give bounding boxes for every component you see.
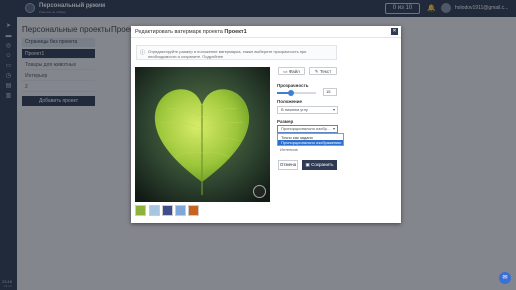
chat-icon[interactable]: ✉ — [499, 272, 511, 284]
file-button-label: Файл — [288, 69, 300, 74]
pencil-icon: ✎ — [314, 69, 319, 74]
file-button[interactable]: ▭ Файл — [278, 67, 305, 75]
save-icon: ▣ — [305, 162, 310, 167]
divider — [131, 37, 401, 38]
opacity-slider-handle[interactable] — [287, 90, 294, 96]
size-select[interactable]: Пропорционально изобр... ▾ — [277, 125, 338, 133]
info-box: ⓘ Отредактируйте размер и положение вате… — [136, 45, 337, 60]
size-option-selected[interactable]: Пропорционально изображению — [278, 140, 343, 145]
thumbnail[interactable] — [149, 205, 160, 216]
chevron-down-icon: ▾ — [332, 107, 335, 112]
image-icon: ▭ — [283, 69, 288, 74]
info-icon: ⓘ — [140, 50, 146, 56]
modal-title-project: Проект1 — [224, 29, 247, 35]
thumbnail[interactable] — [175, 205, 186, 216]
thumbnail[interactable] — [162, 205, 173, 216]
watermark-stamp[interactable] — [253, 185, 266, 198]
thumbnail[interactable] — [135, 205, 146, 216]
size-select-value: Пропорционально изобр... — [281, 126, 331, 131]
opacity-input[interactable]: 15 — [323, 88, 337, 96]
leaf-image — [135, 67, 270, 202]
info-text: Отредактируйте размер и положение ватерм… — [148, 49, 307, 59]
text-button[interactable]: ✎ Текст — [309, 67, 337, 75]
close-icon[interactable]: ✕ — [391, 28, 398, 35]
position-label: Положение — [277, 99, 302, 104]
text-button-label: Текст — [319, 69, 332, 74]
size-label: Размер — [277, 119, 294, 124]
save-button-label: Сохранить — [311, 162, 334, 167]
modal-title-text: Редактировать ватермарк проекта — [135, 29, 223, 35]
watermark-modal: Редактировать ватермарк проекта Проект1 … — [131, 26, 401, 223]
modal-title: Редактировать ватермарк проекта Проект1 — [135, 29, 247, 35]
position-select[interactable]: В нижнем углу ▾ — [277, 106, 338, 114]
size-dropdown: Точно как задано Пропорционально изображ… — [277, 133, 344, 146]
thumbnail[interactable] — [188, 205, 199, 216]
position-select-value: В нижнем углу — [281, 107, 308, 112]
size-extra-option[interactable]: Интенсив — [280, 147, 298, 152]
cancel-button[interactable]: Отмена — [278, 160, 298, 170]
opacity-label: Прозрачность — [277, 83, 309, 88]
watermark-preview — [135, 67, 270, 202]
save-button[interactable]: ▣ Сохранить — [302, 160, 337, 170]
chevron-down-icon: ▾ — [332, 126, 335, 131]
